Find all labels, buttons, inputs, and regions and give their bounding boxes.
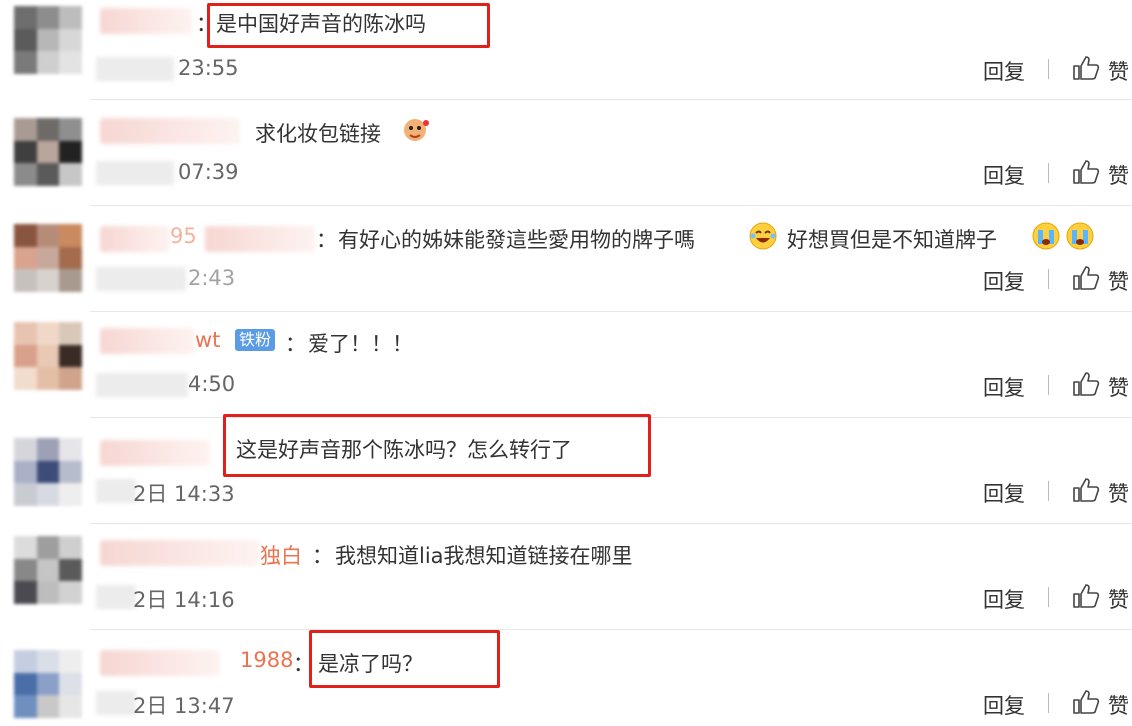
- username-redacted[interactable]: [205, 226, 315, 252]
- time-redacted: [96, 161, 174, 185]
- colon: ：: [316, 228, 337, 252]
- comment-item: 这是好声音那个陈冰吗？怎么转行了 2日 14:33 回复 赞: [0, 414, 1132, 523]
- username-redacted[interactable]: [100, 440, 210, 466]
- comment-time: 4:50: [188, 372, 236, 396]
- time-redacted: [96, 57, 174, 81]
- username-tail[interactable]: 95: [170, 224, 197, 248]
- avatar[interactable]: [14, 6, 82, 74]
- like-button[interactable]: 赞: [1108, 690, 1129, 720]
- like-button[interactable]: 赞: [1108, 584, 1129, 614]
- time-redacted: [96, 585, 136, 609]
- reply-button[interactable]: 回复: [983, 478, 1025, 508]
- comment-item: 95 ： 有好心的姊妹能發這些愛用物的牌子嗎 好想買但是不知道牌子 2:43 回…: [0, 206, 1132, 311]
- laugh-cry-emoji-icon: [749, 222, 777, 250]
- username-redacted[interactable]: [100, 650, 220, 676]
- cry-emoji-icon: [1066, 222, 1094, 250]
- comment-item: 独白 ： 我想知道lia我想知道链接在哪里 2日 14:16 回复 赞: [0, 524, 1132, 629]
- like-button[interactable]: 赞: [1108, 266, 1129, 296]
- divider: [1048, 375, 1049, 395]
- like-button[interactable]: 赞: [1108, 478, 1129, 508]
- time-redacted: [96, 373, 188, 397]
- thumbs-up-icon[interactable]: [1072, 689, 1100, 715]
- highlight-box: [207, 3, 490, 48]
- colon: ：: [285, 332, 306, 356]
- thumbs-up-icon[interactable]: [1072, 159, 1100, 185]
- username-redacted[interactable]: [100, 226, 170, 252]
- divider: [1048, 481, 1049, 501]
- comment-time: 07:39: [178, 160, 239, 184]
- username-redacted[interactable]: [100, 540, 260, 566]
- username-redacted[interactable]: [100, 118, 240, 144]
- username-redacted[interactable]: [100, 8, 192, 34]
- thumbs-up-icon[interactable]: [1072, 477, 1100, 503]
- like-button[interactable]: 赞: [1108, 56, 1129, 86]
- avatar[interactable]: [14, 650, 82, 718]
- divider: [1048, 693, 1049, 713]
- time-redacted: [96, 691, 136, 715]
- divider: [1048, 59, 1049, 79]
- comment-time: 2日 14:16: [133, 588, 235, 612]
- comment-time: 23:55: [178, 56, 239, 80]
- reply-button[interactable]: 回复: [983, 584, 1025, 614]
- thumbs-up-icon[interactable]: [1072, 583, 1100, 609]
- like-button[interactable]: 赞: [1108, 160, 1129, 190]
- time-redacted: [96, 267, 186, 291]
- avatar[interactable]: [14, 322, 82, 390]
- time-redacted: [96, 479, 136, 503]
- comment-item: 求化妆包链接 07:39 回复 赞: [0, 100, 1132, 205]
- divider: [1048, 163, 1049, 183]
- fan-badge: 铁粉: [235, 329, 276, 351]
- comment-item: 1988 ： 是凉了吗？ 2日 13:47 回复 赞: [0, 630, 1132, 726]
- comment-time: 2:43: [188, 266, 236, 290]
- comment-text: 我想知道lia我想知道链接在哪里: [335, 544, 633, 568]
- reply-button[interactable]: 回复: [983, 160, 1025, 190]
- reply-button[interactable]: 回复: [983, 56, 1025, 86]
- reply-button[interactable]: 回复: [983, 266, 1025, 296]
- comment-text: 求化妆包链接: [255, 122, 381, 146]
- username-tail[interactable]: 1988: [240, 648, 293, 672]
- avatar[interactable]: [14, 118, 82, 186]
- comment-time: 2日 14:33: [133, 482, 235, 506]
- comment-time: 2日 13:47: [133, 694, 235, 718]
- reply-button[interactable]: 回复: [983, 690, 1025, 720]
- cry-emoji-icon: [1032, 222, 1060, 250]
- comment-item: wt 铁粉 ： 爱了！！！ 4:50 回复 赞: [0, 312, 1132, 417]
- like-button[interactable]: 赞: [1108, 372, 1129, 402]
- colon: ：: [312, 544, 333, 568]
- gift-emoji-icon: [404, 119, 429, 141]
- avatar[interactable]: [14, 224, 82, 292]
- comment-item: ： 是中国好声音的陈冰吗 23:55 回复 赞: [0, 0, 1132, 100]
- comment-list: ： 是中国好声音的陈冰吗 23:55 回复 赞 求化妆包链接 07:39 回复 …: [0, 0, 1132, 726]
- divider: [1048, 269, 1049, 289]
- reply-button[interactable]: 回复: [983, 372, 1025, 402]
- comment-text: 爱了！！！: [308, 332, 413, 356]
- avatar[interactable]: [14, 536, 82, 604]
- highlight-box: [309, 630, 500, 688]
- username-tail[interactable]: 独白: [260, 540, 302, 570]
- username-redacted[interactable]: [100, 328, 195, 354]
- comment-text: 有好心的姊妹能發這些愛用物的牌子嗎: [338, 228, 695, 252]
- avatar[interactable]: [14, 438, 82, 506]
- comment-text-continued: 好想買但是不知道牌子: [787, 228, 997, 252]
- username-tail[interactable]: wt: [195, 328, 220, 352]
- highlight-box: [223, 414, 651, 477]
- thumbs-up-icon[interactable]: [1072, 265, 1100, 291]
- thumbs-up-icon[interactable]: [1072, 371, 1100, 397]
- divider: [1048, 587, 1049, 607]
- thumbs-up-icon[interactable]: [1072, 55, 1100, 81]
